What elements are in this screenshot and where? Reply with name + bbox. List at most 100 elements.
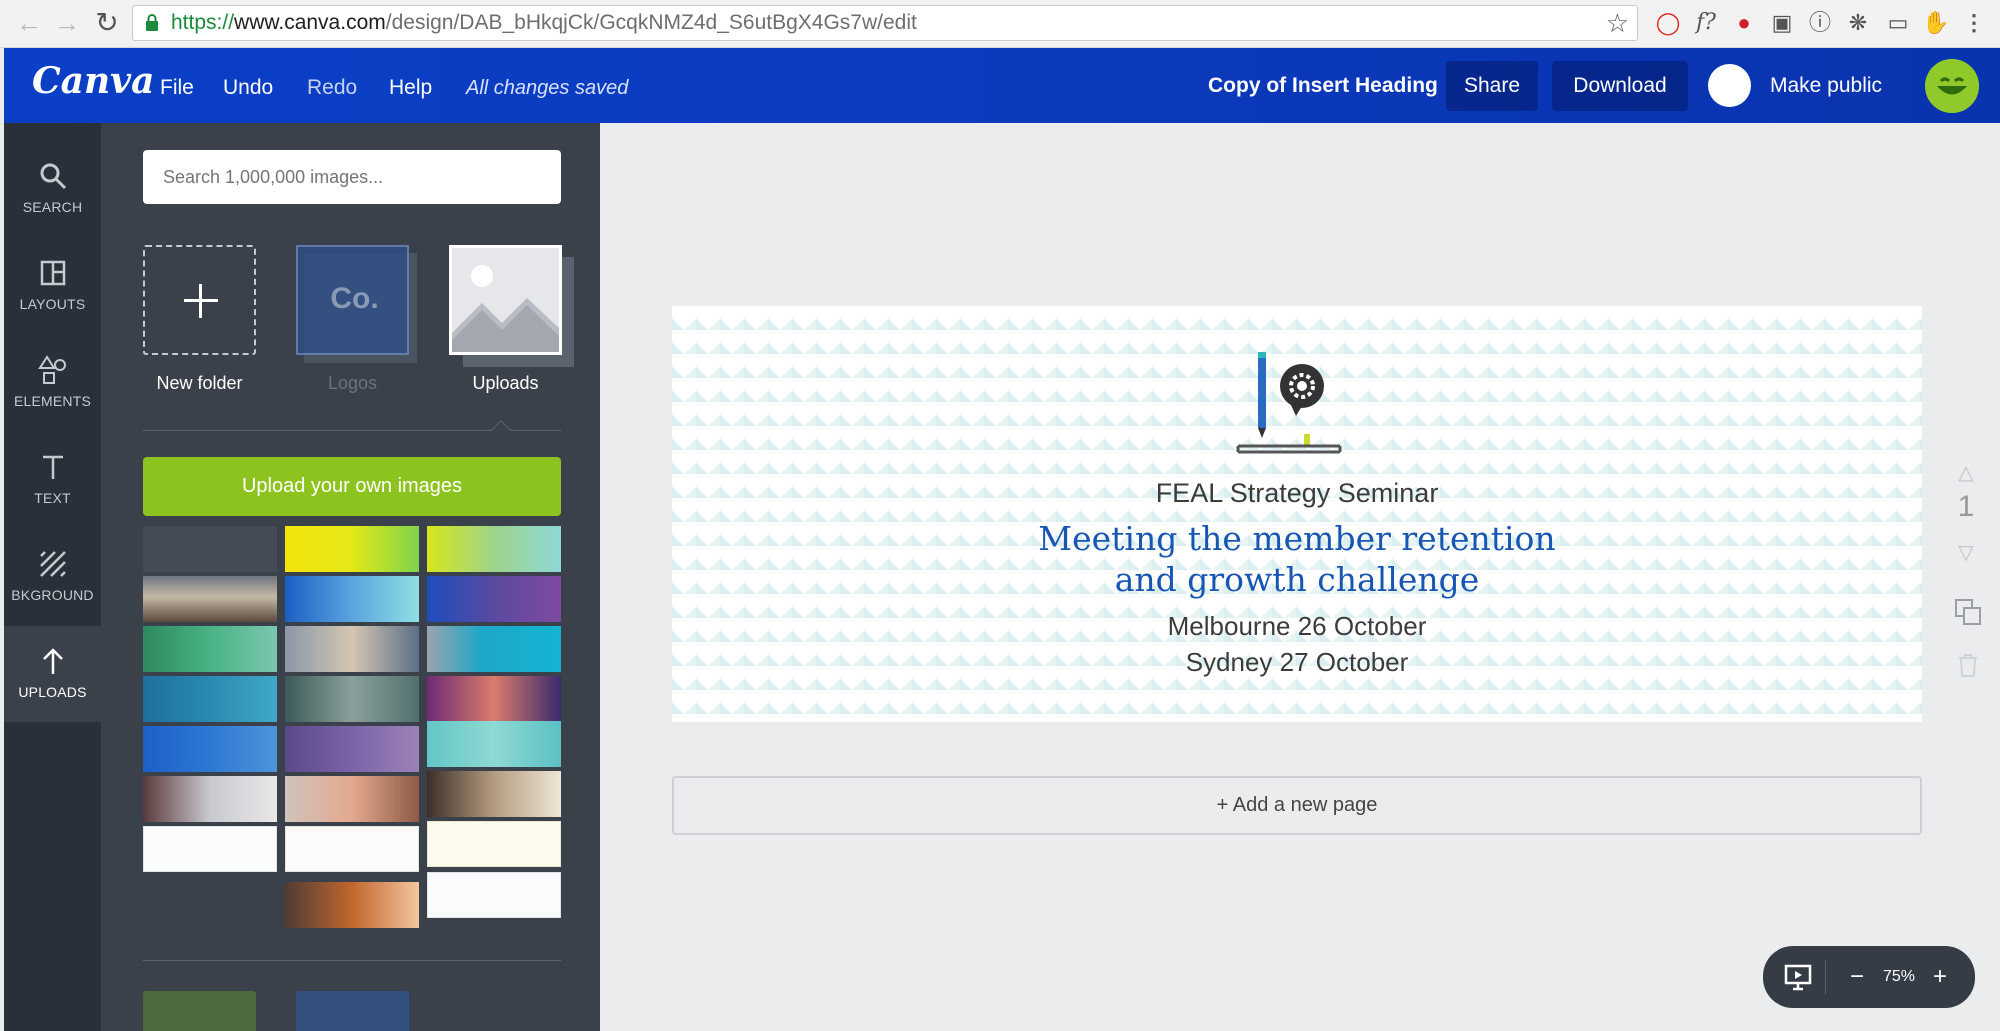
- event-title[interactable]: FEAL Strategy Seminar: [672, 478, 1922, 509]
- headline-line-2[interactable]: and growth challenge: [672, 560, 1922, 600]
- logos-folder-box[interactable]: Co.: [296, 245, 409, 355]
- upload-thumbnail[interactable]: [285, 826, 419, 872]
- upload-thumbnail[interactable]: [427, 676, 561, 722]
- lock-icon: [146, 14, 158, 31]
- make-public-button[interactable]: Make public: [1770, 48, 1882, 124]
- public-toggle-circle[interactable]: [1708, 64, 1751, 107]
- facebook-folder-partial[interactable]: [296, 991, 409, 1031]
- upload-arrow-icon: [43, 648, 63, 674]
- upload-thumbnail[interactable]: [427, 576, 561, 622]
- rail-search-label: SEARCH: [22, 199, 83, 215]
- page-up-icon[interactable]: △: [1950, 460, 1982, 485]
- background-icon: [40, 551, 66, 577]
- zoom-separator: [1825, 960, 1826, 994]
- upload-thumbnail[interactable]: [285, 576, 419, 622]
- delete-page-icon[interactable]: [1956, 652, 1980, 678]
- image-search-input[interactable]: [143, 150, 561, 204]
- date-sydney[interactable]: Sydney 27 October: [672, 644, 1922, 680]
- file-menu[interactable]: File: [160, 48, 194, 128]
- url-text: https://www.canva.com/design/DAB_bHkqjCk…: [171, 11, 917, 34]
- save-status: All changes saved: [466, 77, 629, 99]
- upload-thumbnail[interactable]: [427, 821, 561, 867]
- rail-background-label: BKGROUND: [11, 587, 94, 603]
- rail-uploads[interactable]: UPLOADS: [4, 626, 101, 722]
- extension-icon[interactable]: ❋: [1844, 9, 1872, 37]
- upload-thumbnail[interactable]: [285, 776, 419, 822]
- rail-layouts[interactable]: LAYOUTS: [4, 238, 101, 334]
- design-canvas[interactable]: FEAL Strategy Seminar Meeting the member…: [672, 306, 1922, 722]
- logos-mark: Co.: [330, 282, 379, 315]
- upload-thumbnail[interactable]: [427, 721, 561, 767]
- pinterest-icon[interactable]: ●: [1730, 9, 1758, 37]
- browser-toolbar: ← → ↻ https://www.canva.com/design/DAB_b…: [0, 0, 2000, 48]
- rail-search[interactable]: SEARCH: [4, 141, 101, 237]
- undo-button[interactable]: Undo: [223, 48, 273, 128]
- share-button[interactable]: Share: [1446, 61, 1538, 111]
- canva-logo[interactable]: Canva: [32, 60, 154, 102]
- upload-thumbnail[interactable]: [427, 626, 561, 672]
- browser-menu-icon[interactable]: ⋮: [1960, 9, 1988, 37]
- zoom-in-button[interactable]: +: [1925, 959, 1955, 995]
- logos-folder-label: Logos: [327, 373, 378, 393]
- uploads-folder-box[interactable]: [449, 245, 562, 355]
- rail-elements-label: ELEMENTS: [13, 393, 92, 409]
- upload-images-button[interactable]: Upload your own images: [143, 457, 561, 516]
- plus-icon: [181, 281, 221, 321]
- font-extension-icon[interactable]: f?: [1692, 9, 1720, 37]
- reload-icon[interactable]: ↻: [92, 8, 122, 38]
- date-melbourne[interactable]: Melbourne 26 October: [672, 608, 1922, 644]
- pencil-gear-book-icon: [1236, 352, 1342, 454]
- headline-line-1[interactable]: Meeting the member retention: [672, 519, 1922, 559]
- hand-extension-icon[interactable]: ✋: [1922, 9, 1950, 37]
- new-folder-box[interactable]: [143, 245, 256, 355]
- back-icon[interactable]: ←: [14, 8, 44, 38]
- rail-background[interactable]: BKGROUND: [4, 529, 101, 625]
- upload-thumbnail[interactable]: [285, 626, 419, 672]
- folder-tile-partial[interactable]: [143, 991, 256, 1031]
- smiley-face-icon: [1925, 59, 1979, 113]
- new-folder-label: New folder: [156, 373, 243, 393]
- document-title[interactable]: Copy of Insert Heading: [1208, 48, 1438, 124]
- bookmark-star-icon[interactable]: ☆: [1606, 8, 1629, 38]
- upload-thumbnail[interactable]: [285, 882, 419, 928]
- image-placeholder-icon: [452, 248, 559, 352]
- redo-button[interactable]: Redo: [307, 48, 357, 128]
- upload-thumbnail[interactable]: [143, 626, 277, 672]
- forward-icon[interactable]: →: [52, 8, 82, 38]
- upload-thumbnail[interactable]: [285, 726, 419, 772]
- cast-icon[interactable]: ▭: [1884, 9, 1912, 37]
- zoom-out-button[interactable]: −: [1842, 959, 1872, 995]
- upload-thumbnail[interactable]: [143, 726, 277, 772]
- address-bar[interactable]: https://www.canva.com/design/DAB_bHkqjCk…: [132, 5, 1638, 41]
- panel-divider: [143, 960, 561, 961]
- upload-thumbnail[interactable]: [143, 776, 277, 822]
- side-rail: SEARCH LAYOUTS ELEMENTS TEXT BKGROUND UP…: [4, 123, 101, 1031]
- editor-header: Canva File Undo Redo Help All changes sa…: [4, 48, 2000, 123]
- info-extension-icon[interactable]: ⓘ: [1806, 9, 1834, 37]
- help-menu[interactable]: Help: [389, 48, 432, 128]
- camera-icon[interactable]: ▣: [1768, 9, 1796, 37]
- upload-thumbnail[interactable]: [143, 576, 277, 622]
- present-icon[interactable]: [1783, 963, 1813, 991]
- upload-thumbnail[interactable]: [143, 826, 277, 872]
- upload-thumbnail[interactable]: [285, 526, 419, 572]
- upload-thumbnail[interactable]: [427, 872, 561, 918]
- zoom-level[interactable]: 75%: [1883, 946, 1915, 1008]
- upload-thumbnail[interactable]: [427, 526, 561, 572]
- upload-thumbnail[interactable]: [143, 526, 277, 572]
- opera-extension-icon[interactable]: ◯: [1654, 9, 1682, 37]
- upload-thumbnail[interactable]: [143, 676, 277, 722]
- rail-elements[interactable]: ELEMENTS: [4, 335, 101, 431]
- uploads-folder-label: Uploads: [472, 373, 539, 393]
- rail-layouts-label: LAYOUTS: [19, 296, 86, 312]
- add-page-button[interactable]: + Add a new page: [672, 776, 1922, 835]
- text-icon: [43, 455, 63, 479]
- duplicate-page-icon[interactable]: [1954, 598, 1982, 626]
- download-button[interactable]: Download: [1552, 61, 1688, 111]
- user-avatar[interactable]: [1925, 59, 1979, 113]
- rail-text[interactable]: TEXT: [4, 432, 101, 528]
- divider-notch: [491, 420, 511, 440]
- page-down-icon[interactable]: ▽: [1950, 540, 1982, 565]
- upload-thumbnail[interactable]: [427, 771, 561, 817]
- upload-thumbnail[interactable]: [285, 676, 419, 722]
